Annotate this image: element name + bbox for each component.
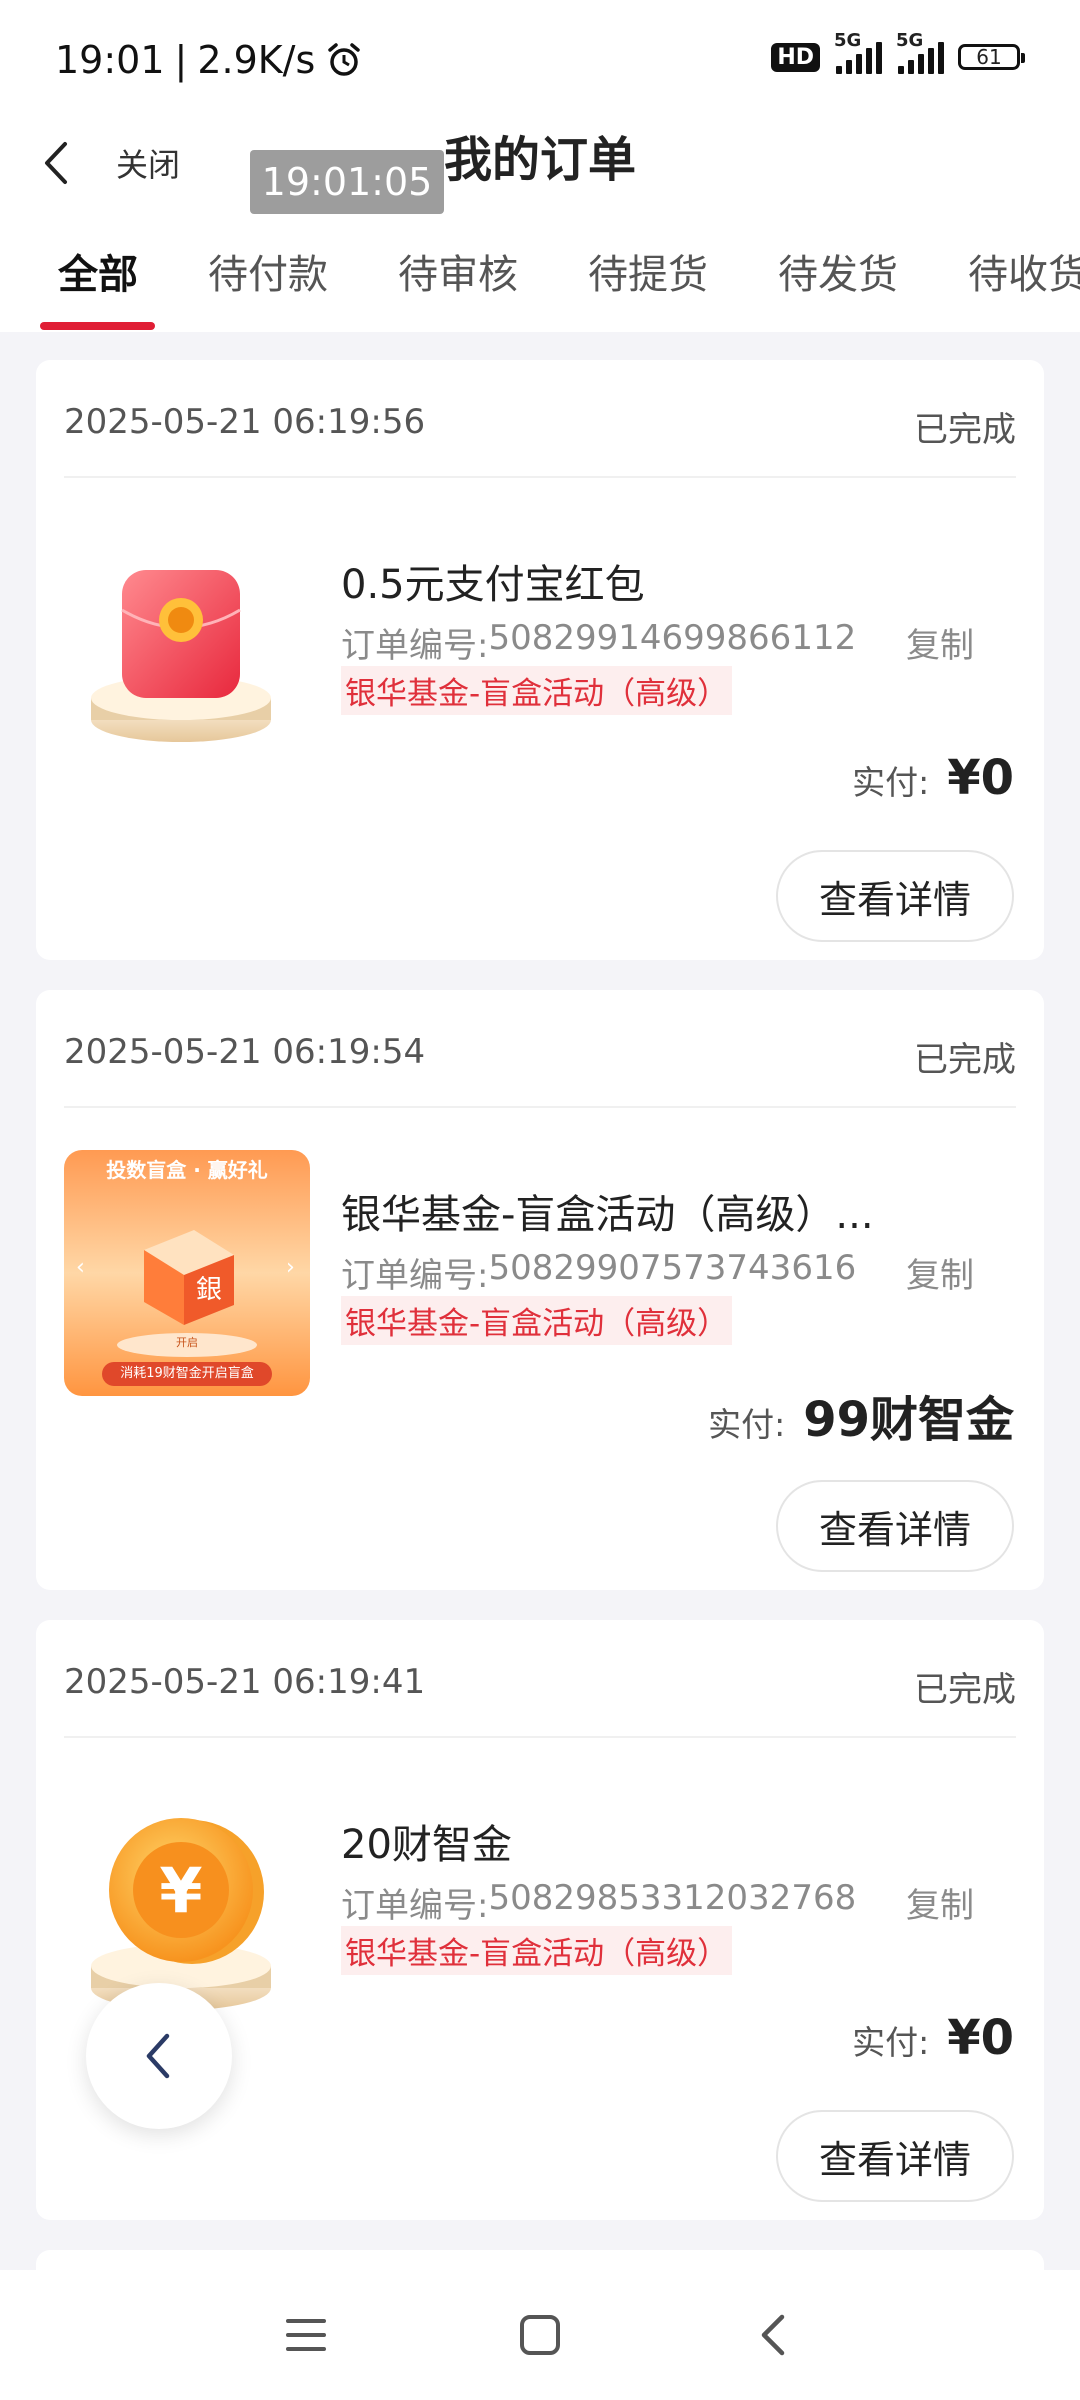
svg-text:开启: 开启 <box>176 1336 198 1349</box>
paid-value: 99财智金 <box>803 1392 1014 1448</box>
campaign-tag: 银华基金-盲盒活动（高级） <box>341 666 733 715</box>
signal-1-net: 5G <box>834 30 862 51</box>
order-card: 2025-05-21 06:19:41 已完成 ¥ 20财智金 订单编号: 50… <box>36 1620 1044 2220</box>
paid-amount: 实付: ¥0 <box>852 2010 1014 2066</box>
tab-pending-receipt[interactable]: 待收货 <box>968 242 1080 300</box>
divider <box>64 476 1016 478</box>
nav-back-button[interactable] <box>734 2295 814 2375</box>
order-number-value: 5082991469986611​2 <box>488 618 857 658</box>
coin-symbol: ¥ <box>159 1854 202 1927</box>
product-name: 20财智金 <box>341 1822 512 1868</box>
product-name: 0.5元支付宝红包 <box>341 562 645 608</box>
copy-button[interactable]: 复制 <box>906 1878 974 1927</box>
nav-menu-button[interactable] <box>266 2295 346 2375</box>
paid-label: 实付: <box>852 763 930 802</box>
order-number-label: 订单编号: <box>341 1886 489 1926</box>
paid-value: ¥0 <box>947 750 1014 806</box>
nav-home-button[interactable] <box>500 2295 580 2375</box>
divider <box>64 1106 1016 1108</box>
signal-1-icon: 5G <box>834 30 882 74</box>
status-separator: | <box>174 38 188 82</box>
tab-pending-shipment[interactable]: 待发货 <box>778 242 898 300</box>
copy-button[interactable]: 复制 <box>906 1248 974 1297</box>
campaign-tag: 银华基金-盲盒活动（高级） <box>341 1296 733 1345</box>
paid-label: 实付: <box>708 1405 786 1444</box>
home-square-icon <box>520 2315 560 2355</box>
battery-icon: 61 <box>958 44 1025 70</box>
svg-text:‹: ‹ <box>76 1255 85 1280</box>
order-status: 已完成 <box>914 410 1016 450</box>
status-left: 19:01 | 2.9K/s <box>55 38 363 82</box>
back-triangle-icon <box>761 2314 785 2356</box>
tab-active-indicator <box>40 322 155 330</box>
paid-label: 实付: <box>852 2023 930 2062</box>
chevron-left-icon <box>146 2033 170 2079</box>
order-date: 2025-05-21 06:19:54 <box>64 1032 426 1072</box>
alarm-icon <box>328 43 361 76</box>
red-envelope-icon[interactable] <box>64 520 310 766</box>
order-number-label: 订单编号: <box>341 1256 489 1296</box>
view-details-button[interactable]: 查看详情 <box>776 2110 1014 2202</box>
order-status: 已完成 <box>914 1670 1016 1710</box>
status-right: HD 5G 5G 61 <box>771 30 1025 74</box>
blind-box-icon[interactable]: 銀 开启 ‹ › 投数盲盒 · 赢好礼 消耗19财智金开启盲盒 <box>64 1150 310 1396</box>
signal-2-icon: 5G <box>896 30 944 74</box>
tab-pending-review[interactable]: 待审核 <box>398 242 518 300</box>
order-number-label: 订单编号: <box>341 626 489 666</box>
order-date: 2025-05-21 06:19:41 <box>64 1662 426 1702</box>
order-number: 订单编号: 50829853312032768 <box>341 1878 856 1927</box>
order-status: 已完成 <box>914 1040 1016 1080</box>
order-number-value: 50829907573743616 <box>488 1248 857 1288</box>
svg-text:銀: 銀 <box>196 1275 222 1305</box>
order-card: 2025-05-21 06:19:56 已完成 0.5元支付宝红包 订单编号: … <box>36 360 1044 960</box>
thumb-banner-bottom: 消耗19财智金开启盲盒 <box>102 1362 272 1386</box>
tab-pending-pickup[interactable]: 待提货 <box>588 242 708 300</box>
status-bar: 19:01 | 2.9K/s HD 5G 5G 61 <box>0 0 1080 120</box>
status-time: 19:01 <box>55 38 165 82</box>
signal-2-net: 5G <box>896 30 924 51</box>
paid-amount: 实付: 99财智金 <box>708 1380 1014 1450</box>
tab-pending-payment[interactable]: 待付款 <box>208 242 328 300</box>
order-tabs: 全部 待付款 待审核 待提货 待发货 待收货 <box>0 220 1080 332</box>
product-name: 银华基金-盲盒活动（高级）... <box>341 1192 874 1238</box>
view-details-button[interactable]: 查看详情 <box>776 850 1014 942</box>
menu-icon <box>286 2319 326 2351</box>
copy-button[interactable]: 复制 <box>906 618 974 667</box>
header: 关闭 我的订单 19:01:05 <box>0 110 1080 220</box>
divider <box>64 1736 1016 1738</box>
time-overlay: 19:01:05 <box>250 150 444 214</box>
status-speed: 2.9K/s <box>197 38 316 82</box>
svg-text:›: › <box>286 1255 295 1280</box>
order-date: 2025-05-21 06:19:56 <box>64 402 426 442</box>
floating-back-button[interactable] <box>86 1983 232 2129</box>
thumb-banner-top: 投数盲盒 · 赢好礼 <box>106 1158 268 1182</box>
paid-value: ¥0 <box>947 2010 1014 2066</box>
view-details-button[interactable]: 查看详情 <box>776 1480 1014 1572</box>
hd-badge: HD <box>771 42 820 72</box>
order-number-value: 50829853312032768 <box>488 1878 857 1918</box>
tab-all[interactable]: 全部 <box>58 242 138 300</box>
order-card: 2025-05-21 06:19:54 已完成 銀 开启 ‹ › 投数盲盒 · … <box>36 990 1044 1590</box>
page-title: 我的订单 <box>443 132 636 188</box>
battery-level: 61 <box>976 45 1002 69</box>
campaign-tag: 银华基金-盲盒活动（高级） <box>341 1926 733 1975</box>
order-number: 订单编号: 50829907573743616 <box>341 1248 856 1297</box>
paid-amount: 实付: ¥0 <box>852 750 1014 806</box>
order-number: 订单编号: 5082991469986611​2 <box>341 618 856 667</box>
system-nav-bar <box>0 2270 1080 2400</box>
